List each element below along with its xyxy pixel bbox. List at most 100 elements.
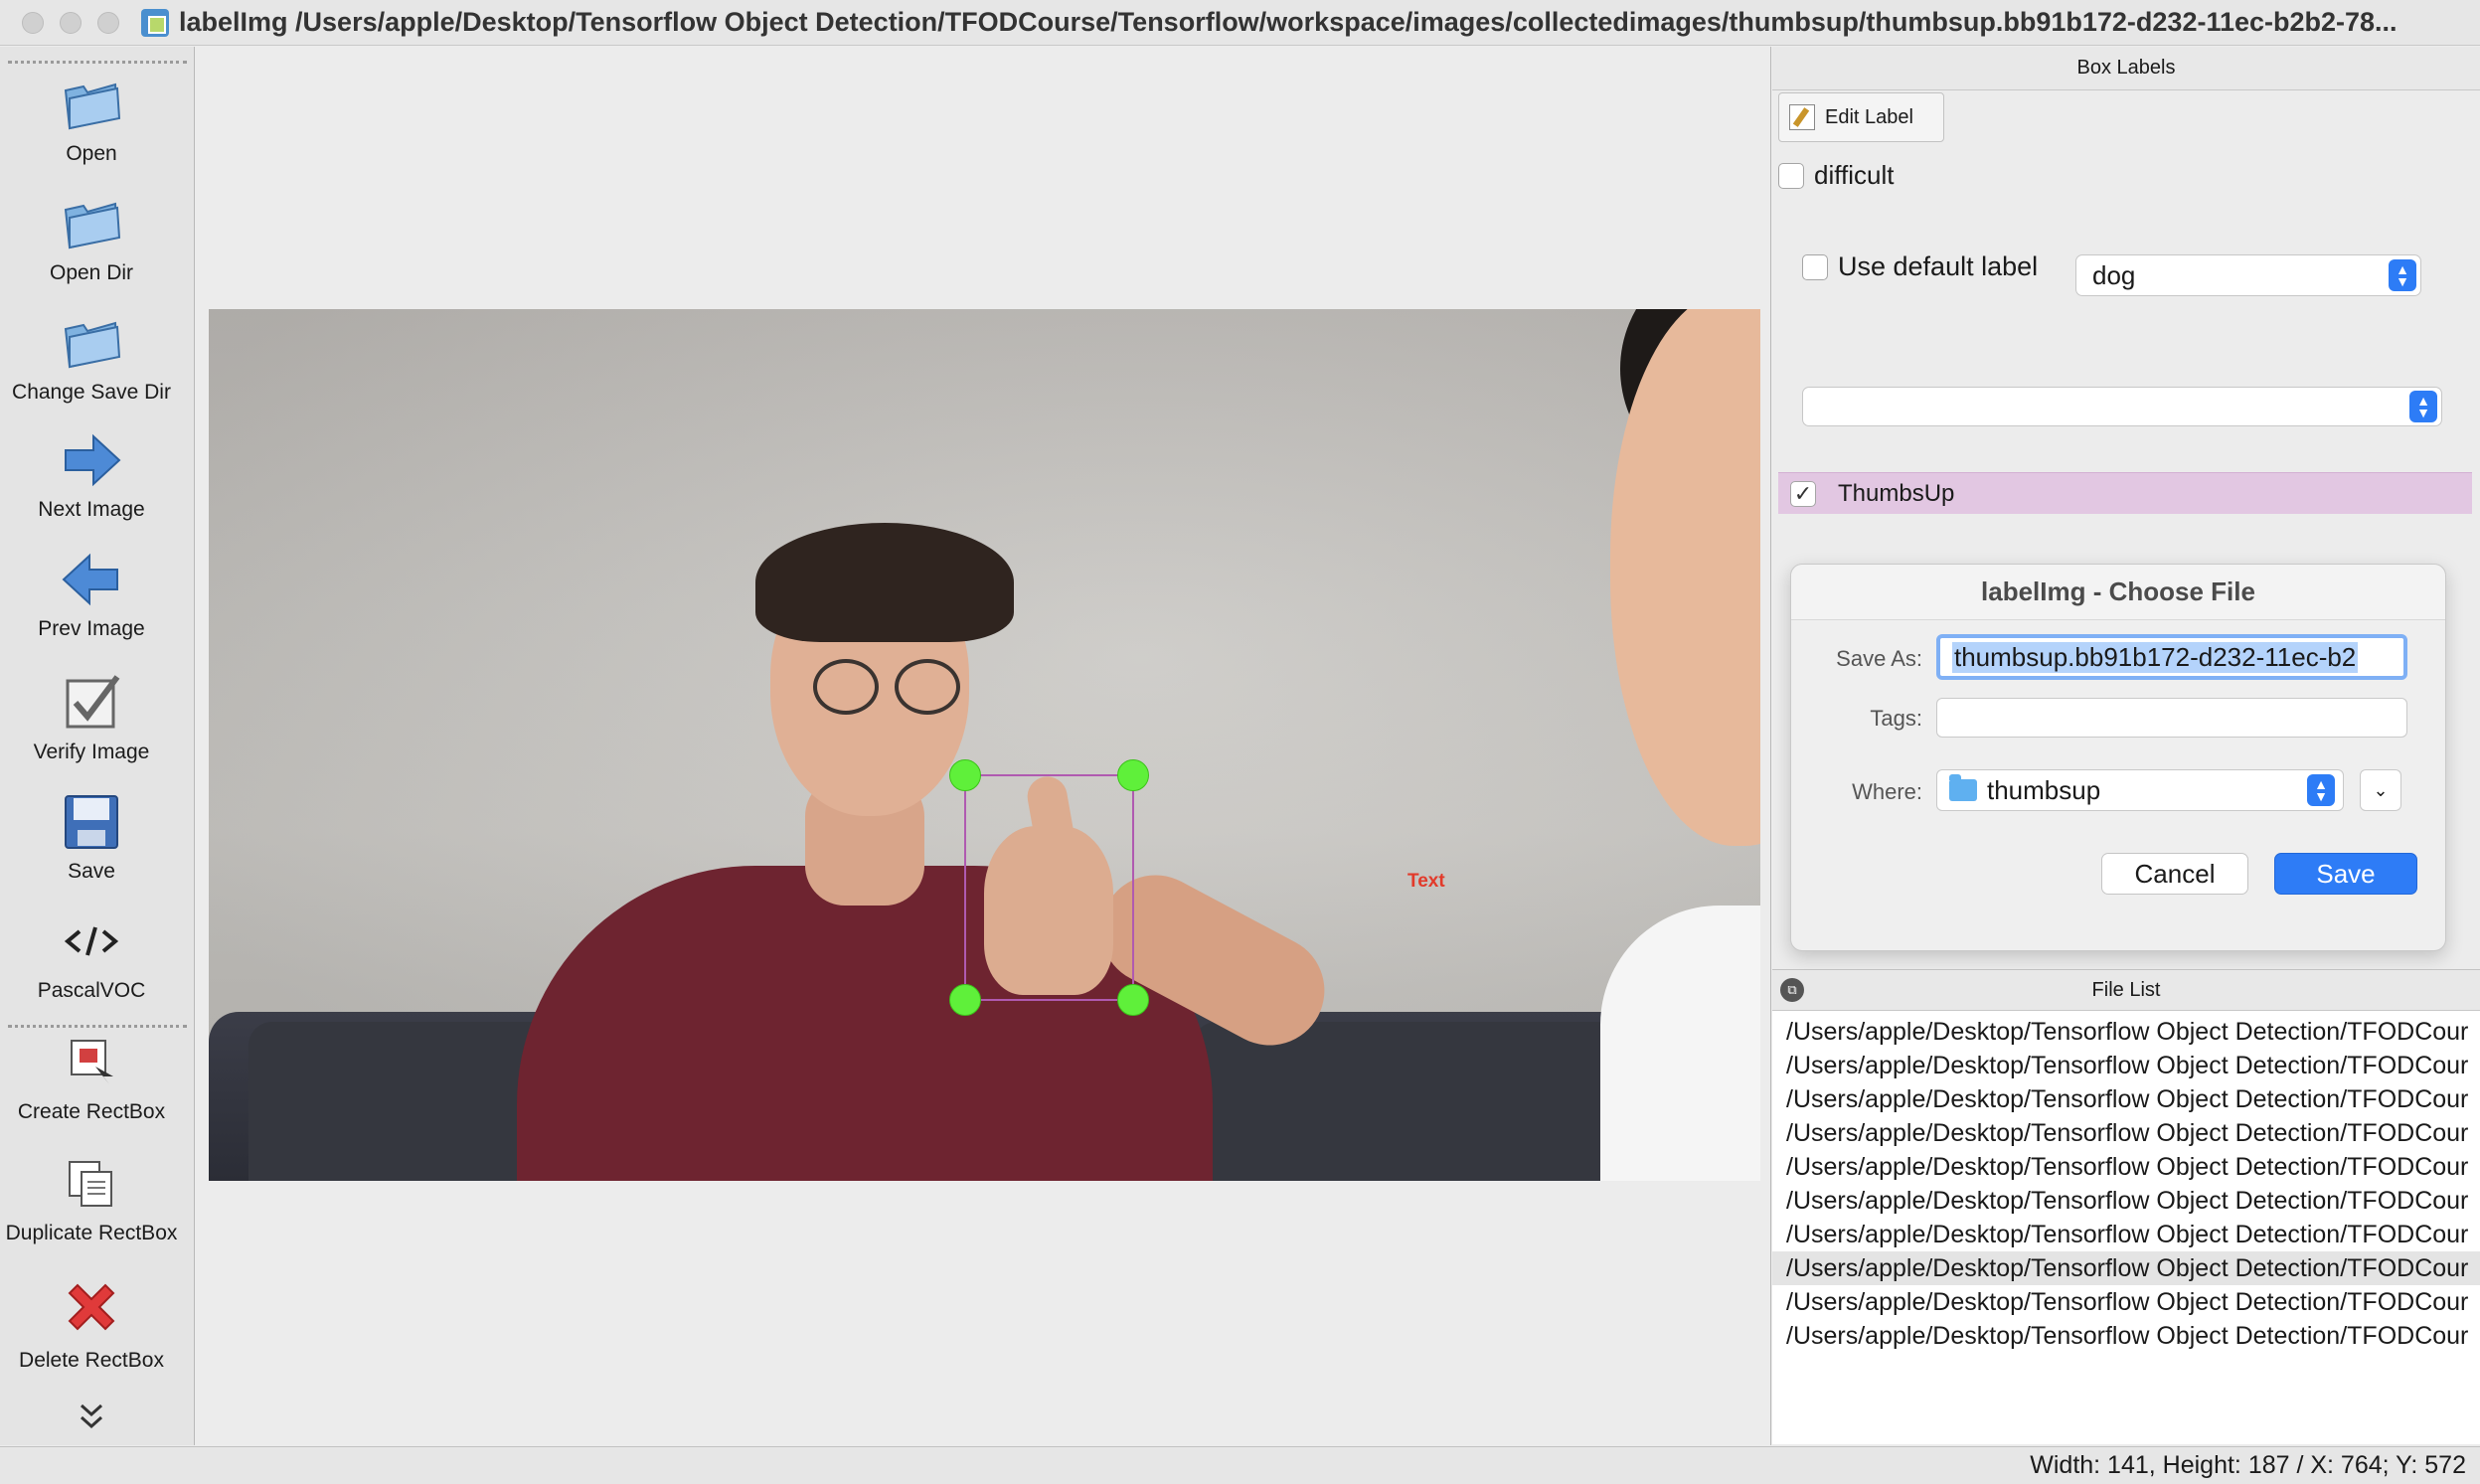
edit-label-button[interactable]: Edit Label bbox=[1778, 92, 1944, 142]
verify-image-label: Verify Image bbox=[33, 741, 150, 763]
status-bar: Width: 141, Height: 187 / X: 764; Y: 572 bbox=[0, 1446, 2480, 1484]
label-filter-combo[interactable]: ▲ ▼ bbox=[1802, 387, 2442, 426]
duplicate-rectbox-button[interactable]: Duplicate RectBox bbox=[0, 1152, 183, 1245]
delete-rectbox-button[interactable]: Delete RectBox bbox=[0, 1279, 183, 1373]
zoom-window-button[interactable] bbox=[97, 11, 119, 34]
box-labels-title: Box Labels bbox=[1772, 47, 2480, 90]
prev-image-label: Prev Image bbox=[38, 617, 145, 640]
window-controls bbox=[22, 11, 119, 34]
edit-label-text: Edit Label bbox=[1825, 105, 1913, 128]
tags-input[interactable] bbox=[1936, 698, 2407, 738]
difficult-row: difficult bbox=[1778, 160, 1894, 191]
pascal-voc-button[interactable]: PascalVOC bbox=[0, 909, 183, 1003]
right-panel: Box Labels Edit Label difficult Use defa… bbox=[1772, 47, 2480, 1445]
label-list-item[interactable]: ✓ ThumbsUp bbox=[1778, 472, 2472, 514]
difficult-checkbox[interactable] bbox=[1778, 162, 1804, 189]
default-label-combo[interactable]: dog ▲ ▼ bbox=[2075, 254, 2421, 296]
label-item-checkbox[interactable]: ✓ bbox=[1790, 480, 1816, 507]
file-list-item[interactable]: /Users/apple/Desktop/Tensorflow Object D… bbox=[1772, 1015, 2480, 1049]
where-label: Where: bbox=[1852, 779, 1922, 804]
tags-label: Tags: bbox=[1870, 706, 1922, 731]
create-rectbox-button[interactable]: Create RectBox bbox=[0, 1031, 183, 1124]
change-save-dir-button[interactable]: Change Save Dir bbox=[0, 311, 183, 405]
edit-pencil-icon bbox=[1789, 104, 1815, 130]
image-canvas[interactable]: Text bbox=[196, 47, 1771, 1445]
box-labels-title-text: Box Labels bbox=[2076, 57, 2176, 79]
delete-x-icon bbox=[60, 1279, 123, 1343]
folder-open-icon bbox=[60, 192, 123, 255]
expand-dialog-button[interactable]: ⌄ bbox=[2360, 769, 2401, 811]
bounding-box[interactable] bbox=[949, 759, 1149, 1016]
label-item-name: ThumbsUp bbox=[1838, 479, 1955, 507]
photo-sofa-cushion bbox=[1193, 1022, 1620, 1181]
file-list-item[interactable]: /Users/apple/Desktop/Tensorflow Object D… bbox=[1772, 1218, 2480, 1251]
window-title: labelImg /Users/apple/Desktop/Tensorflow… bbox=[179, 7, 2397, 37]
prev-image-button[interactable]: Prev Image bbox=[0, 548, 183, 641]
close-window-button[interactable] bbox=[22, 11, 44, 34]
dialog-title: labelImg - Choose File bbox=[1791, 565, 2445, 620]
file-list-item[interactable]: /Users/apple/Desktop/Tensorflow Object D… bbox=[1772, 1184, 2480, 1218]
file-list-item[interactable]: /Users/apple/Desktop/Tensorflow Object D… bbox=[1772, 1150, 2480, 1184]
chevron-down-icon: ⌄ bbox=[2373, 779, 2389, 800]
bbox-handle-top-right[interactable] bbox=[1117, 759, 1149, 791]
file-list-item[interactable]: /Users/apple/Desktop/Tensorflow Object D… bbox=[1772, 1285, 2480, 1319]
canvas-text-label: Text bbox=[1407, 871, 1445, 892]
next-image-label: Next Image bbox=[38, 498, 145, 521]
arrow-right-icon bbox=[60, 428, 123, 492]
folder-icon bbox=[1949, 774, 1977, 801]
photo-glasses-right bbox=[895, 659, 960, 715]
toolbar-separator bbox=[8, 1025, 187, 1028]
where-stepper: ▲ ▼ bbox=[2307, 774, 2339, 806]
use-default-label-checkbox[interactable] bbox=[1802, 253, 1828, 280]
duplicate-icon bbox=[60, 1152, 123, 1216]
save-as-value: thumbsup.bb91b172-d232-11ec-b2 bbox=[1952, 641, 2359, 673]
default-label-value: dog bbox=[2092, 259, 2136, 290]
file-list-title-text: File List bbox=[2091, 978, 2161, 1001]
float-panel-icon[interactable]: ⧉ bbox=[1780, 978, 1804, 1002]
file-list: /Users/apple/Desktop/Tensorflow Object D… bbox=[1772, 1011, 2480, 1444]
create-rectbox-label: Create RectBox bbox=[17, 1100, 166, 1123]
where-select[interactable]: thumbsup ▲ ▼ bbox=[1936, 769, 2344, 811]
verify-image-button[interactable]: Verify Image bbox=[0, 671, 183, 764]
open-dir-button[interactable]: Open Dir bbox=[0, 192, 183, 285]
bbox-handle-bottom-right[interactable] bbox=[1117, 984, 1149, 1016]
save-button[interactable]: Save bbox=[2274, 853, 2417, 895]
save-as-input[interactable]: thumbsup.bb91b172-d232-11ec-b2 bbox=[1936, 634, 2407, 680]
next-image-button[interactable]: Next Image bbox=[0, 428, 183, 522]
open-dir-label: Open Dir bbox=[49, 261, 134, 284]
save-as-label: Save As: bbox=[1836, 646, 1922, 671]
use-default-label-text: Use default label bbox=[1838, 251, 2039, 281]
combo-stepper-icon: ▲ ▼ bbox=[2307, 774, 2335, 806]
duplicate-rectbox-label: Duplicate RectBox bbox=[5, 1222, 178, 1244]
open-label: Open bbox=[66, 142, 117, 165]
toolbar-grip[interactable] bbox=[8, 61, 187, 64]
use-default-label-row: Use default label bbox=[1802, 251, 2038, 282]
open-button[interactable]: Open bbox=[0, 73, 183, 166]
combo-stepper-icon: ▲ ▼ bbox=[2409, 391, 2437, 422]
title-bar: labelImg /Users/apple/Desktop/Tensorflow… bbox=[0, 0, 2480, 46]
bbox-handle-bottom-left[interactable] bbox=[949, 984, 981, 1016]
file-list-item[interactable]: /Users/apple/Desktop/Tensorflow Object D… bbox=[1772, 1082, 2480, 1116]
file-list-item-selected[interactable]: /Users/apple/Desktop/Tensorflow Object D… bbox=[1772, 1251, 2480, 1285]
file-list-item[interactable]: /Users/apple/Desktop/Tensorflow Object D… bbox=[1772, 1049, 2480, 1082]
code-icon bbox=[60, 909, 123, 973]
difficult-label: difficult bbox=[1814, 160, 1895, 190]
app-icon bbox=[141, 8, 169, 37]
double-chevron-down-icon bbox=[60, 1399, 123, 1434]
bbox-handle-top-left[interactable] bbox=[949, 759, 981, 791]
folder-open-icon bbox=[60, 73, 123, 136]
cancel-button[interactable]: Cancel bbox=[2101, 853, 2248, 895]
delete-rectbox-label: Delete RectBox bbox=[19, 1349, 164, 1372]
where-value: thumbsup bbox=[1987, 774, 2101, 805]
status-text: Width: 141, Height: 187 / X: 764; Y: 572 bbox=[2030, 1451, 2466, 1479]
toolbar-more-button[interactable] bbox=[0, 1399, 183, 1434]
file-list-item[interactable]: /Users/apple/Desktop/Tensorflow Object D… bbox=[1772, 1319, 2480, 1353]
checkbox-icon bbox=[60, 671, 123, 735]
photo-person-hair bbox=[755, 523, 1014, 642]
create-rect-icon bbox=[60, 1031, 123, 1094]
minimize-window-button[interactable] bbox=[60, 11, 82, 34]
arrow-left-icon bbox=[60, 548, 123, 611]
save-toolbar-button[interactable]: Save bbox=[0, 790, 183, 884]
file-list-title: ⧉ File List bbox=[1772, 969, 2480, 1011]
file-list-item[interactable]: /Users/apple/Desktop/Tensorflow Object D… bbox=[1772, 1116, 2480, 1150]
